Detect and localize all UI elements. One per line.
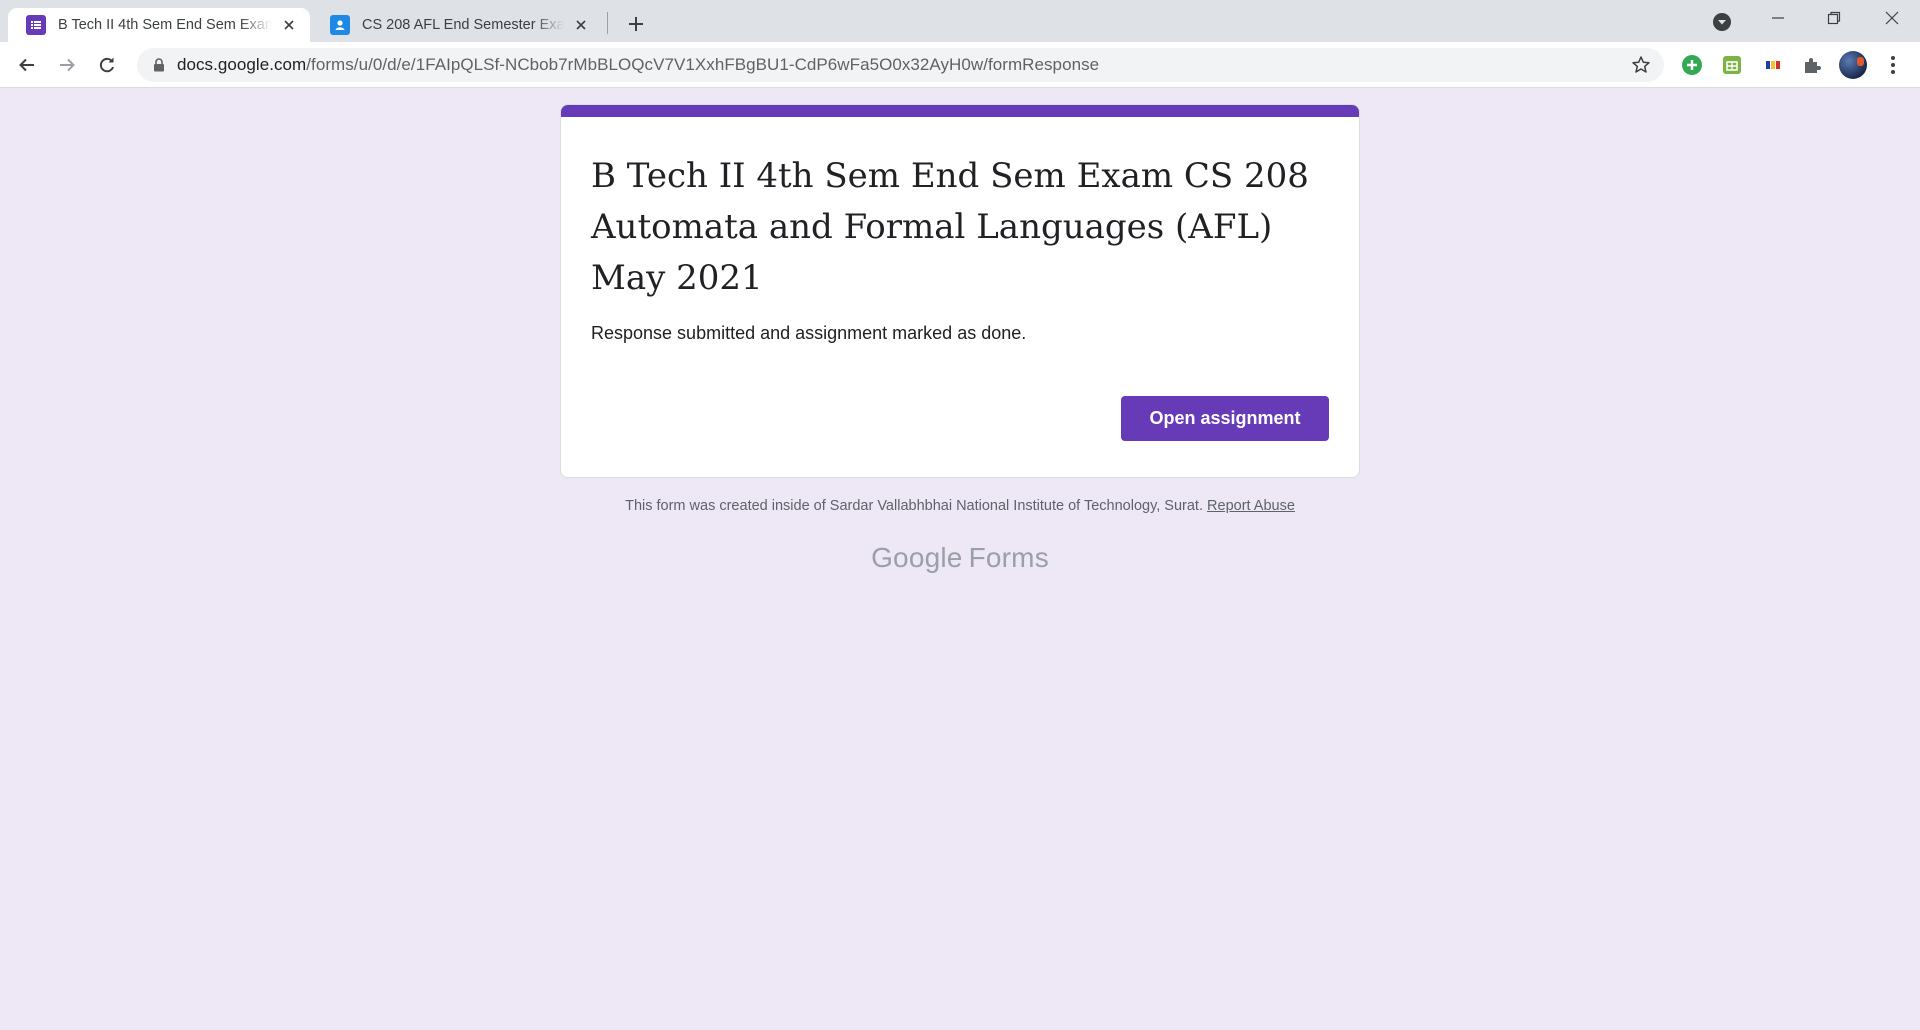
footer-note: This form was created inside of Sardar V… [0, 498, 1920, 514]
url-text: docs.google.com/forms/u/0/d/e/1FAIpQLSf-… [177, 55, 1099, 75]
report-abuse-link[interactable]: Report Abuse [1207, 498, 1295, 514]
tab-separator [607, 12, 608, 34]
footer-note-text: This form was created inside of Sardar V… [625, 498, 1203, 514]
flag-extension-icon[interactable] [1759, 51, 1787, 79]
sheets-extension-icon[interactable] [1718, 51, 1746, 79]
reload-icon [99, 57, 114, 73]
minimize-icon [1772, 17, 1784, 19]
bookmark-star-icon[interactable] [1628, 52, 1654, 78]
tab-forms[interactable]: B Tech II 4th Sem End Sem Exam [8, 8, 310, 42]
tab-classroom[interactable]: CS 208 AFL End Semester Exam B [312, 8, 602, 42]
tab-title: CS 208 AFL End Semester Exam B [362, 17, 564, 33]
brand-google: Google [871, 542, 963, 573]
confirmation-message: Response submitted and assignment marked… [591, 323, 1027, 343]
close-tab-icon[interactable] [278, 14, 300, 36]
back-button[interactable] [11, 49, 43, 81]
minimize-button[interactable] [1750, 0, 1806, 36]
open-assignment-button[interactable]: Open assignment [1121, 396, 1329, 441]
card-accent-bar [561, 105, 1359, 117]
url-path: /forms/u/0/d/e/1FAIpQLSf-NCbob7rMbBLOQcV… [306, 55, 1100, 74]
new-tab-button[interactable] [620, 8, 652, 40]
address-bar[interactable]: docs.google.com/forms/u/0/d/e/1FAIpQLSf-… [137, 48, 1664, 82]
forward-button[interactable] [51, 49, 83, 81]
reload-button[interactable] [91, 49, 123, 81]
form-response-card: B Tech II 4th Sem End Sem Exam CS 208 Au… [560, 104, 1360, 478]
arrow-right-icon [60, 58, 75, 72]
add-extension-icon[interactable] [1678, 51, 1706, 79]
tab-search-button[interactable] [1708, 8, 1736, 36]
form-title: B Tech II 4th Sem End Sem Exam CS 208 Au… [591, 156, 1309, 298]
restore-button[interactable] [1806, 0, 1862, 36]
puzzle-extensions-icon[interactable] [1798, 51, 1826, 79]
lock-icon [151, 57, 167, 73]
chevron-down-icon [1713, 13, 1731, 31]
restore-icon [1827, 11, 1841, 25]
browser-menu-button[interactable] [1879, 51, 1907, 79]
google-classroom-icon [330, 15, 350, 35]
url-host: docs.google.com [177, 55, 307, 74]
google-forms-icon [26, 15, 46, 35]
tab-title: B Tech II 4th Sem End Sem Exam [58, 17, 272, 33]
arrow-left-icon [19, 58, 34, 72]
browser-toolbar: docs.google.com/forms/u/0/d/e/1FAIpQLSf-… [0, 42, 1920, 88]
close-window-button[interactable] [1864, 0, 1920, 36]
close-icon [1885, 11, 1899, 25]
tab-strip: B Tech II 4th Sem End Sem Exam CS 208 AF… [0, 0, 1920, 42]
google-forms-logo[interactable]: Google Forms [0, 542, 1920, 574]
more-vertical-icon [1891, 56, 1895, 74]
brand-forms: Forms [968, 542, 1049, 573]
plus-icon [629, 17, 643, 31]
close-tab-icon[interactable] [570, 14, 592, 36]
profile-avatar[interactable] [1839, 51, 1867, 79]
